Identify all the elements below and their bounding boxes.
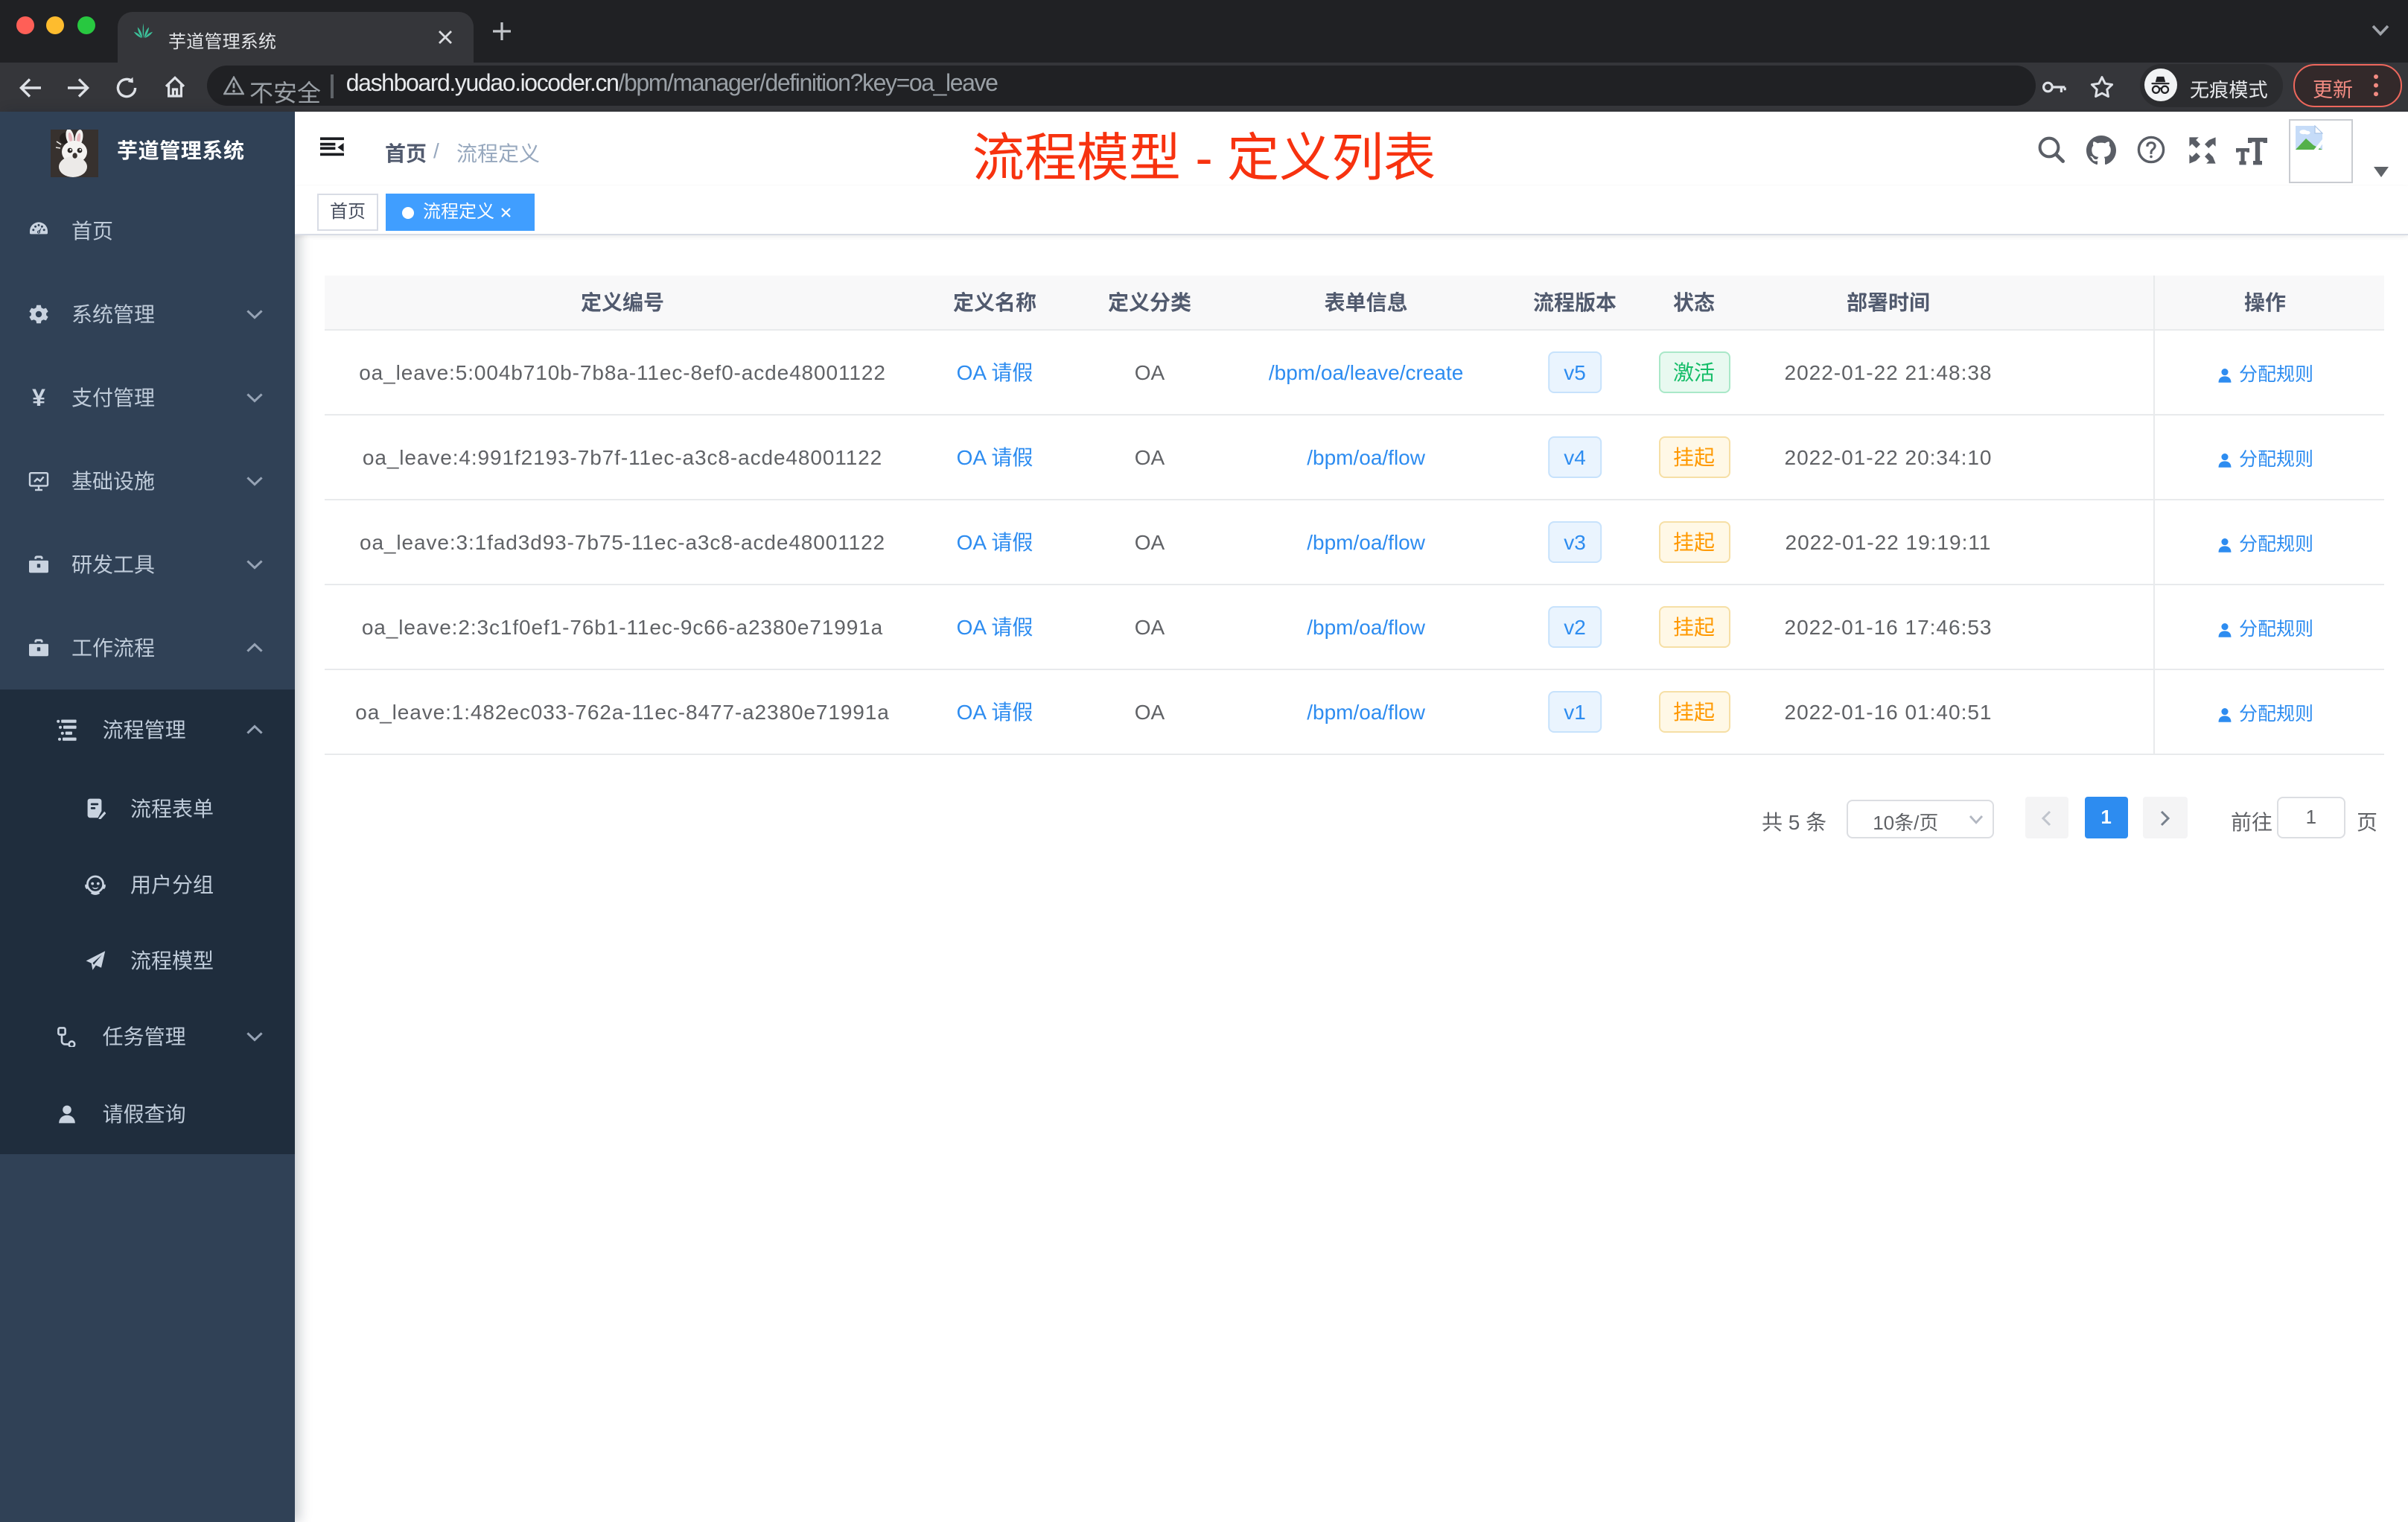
svg-text:¥: ¥ <box>31 386 45 407</box>
